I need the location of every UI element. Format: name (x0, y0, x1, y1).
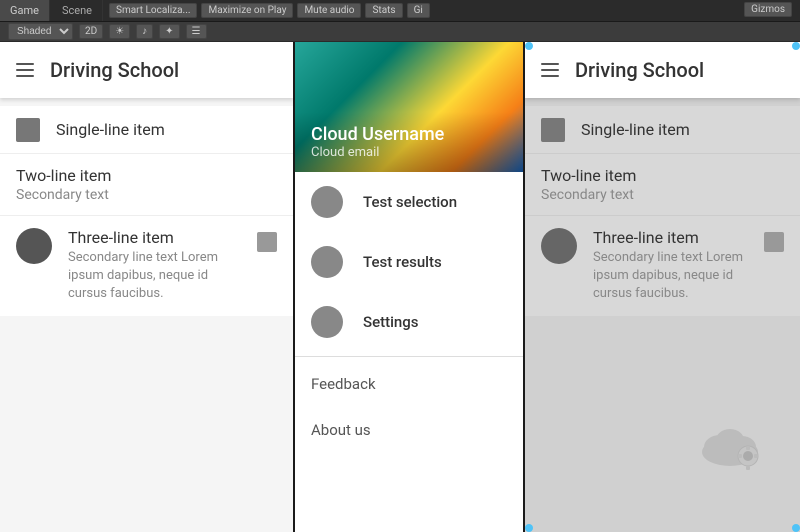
right-hamburger-line-1 (541, 63, 559, 65)
nav-about-label: About us (311, 421, 371, 439)
nav-settings-label: Settings (363, 313, 419, 331)
test-selection-icon (311, 186, 343, 218)
2d-btn[interactable]: 2D (79, 24, 103, 39)
settings-nav-icon (311, 306, 343, 338)
three-line-action-icon[interactable] (257, 232, 277, 252)
right-hamburger-line-3 (541, 75, 559, 77)
effects-btn[interactable]: ✦ (159, 24, 179, 39)
left-three-line-item: Three-line item Secondary line text Lore… (0, 216, 293, 316)
tab-scene[interactable]: Scene (52, 0, 103, 21)
top-bar: Game Scene Smart Localiza... Maximize on… (0, 0, 800, 22)
left-game-panel: Driving School Single-line item Two-line… (0, 42, 295, 532)
right-two-secondary: Secondary text (541, 187, 784, 203)
shaded-select[interactable]: Shaded (8, 23, 73, 40)
two-line-secondary: Secondary text (16, 187, 277, 203)
light-btn[interactable]: ☀ (109, 24, 130, 39)
left-hamburger-icon[interactable] (16, 63, 34, 77)
center-scene-panel: Cloud Username Cloud email Test selectio… (295, 42, 525, 532)
right-three-text-group: Three-line item Secondary line text Lore… (593, 228, 748, 304)
hidden-btn[interactable]: ☰ (186, 24, 207, 39)
left-two-line-item: Two-line item Secondary text (0, 154, 293, 216)
three-line-secondary: Secondary line text Lorem ipsum dapibus,… (68, 249, 241, 304)
tab-scene-label: Scene (62, 4, 92, 17)
game-toolbar: Smart Localiza... Maximize on Play Mute … (103, 3, 436, 18)
two-line-primary: Two-line item (16, 166, 277, 185)
three-line-text-group: Three-line item Secondary line text Lore… (68, 228, 241, 304)
test-results-icon (311, 246, 343, 278)
nav-feedback-label: Feedback (311, 375, 376, 393)
nav-item-test-selection[interactable]: Test selection (295, 172, 523, 232)
nav-hero-overlay: Cloud Username Cloud email (295, 112, 523, 172)
right-three-action-icon[interactable] (764, 232, 784, 252)
right-hamburger-icon[interactable] (541, 63, 559, 77)
smart-localize-btn[interactable]: Smart Localiza... (109, 3, 197, 18)
gi-btn[interactable]: Gi (407, 3, 430, 18)
stats-btn[interactable]: Stats (365, 3, 402, 18)
hamburger-line-2 (16, 69, 34, 71)
mute-audio-btn[interactable]: Mute audio (297, 3, 361, 18)
three-line-icon (16, 228, 52, 264)
left-single-line-item: Single-line item (0, 106, 293, 154)
cloud-icon (690, 412, 770, 472)
right-app-header: Driving School (525, 42, 800, 98)
gizmos-btn[interactable]: Gizmos (744, 2, 792, 17)
tab-game[interactable]: Game (0, 0, 50, 21)
cloud-icon-area (690, 412, 770, 472)
left-app-header: Driving School (0, 42, 293, 98)
right-three-line-item: Three-line item Secondary line text Lore… (525, 216, 800, 316)
right-app-title: Driving School (575, 58, 704, 82)
corner-dot-br (792, 524, 800, 532)
right-two-line-item: Two-line item Secondary text (525, 154, 800, 216)
tab-game-label: Game (10, 4, 39, 17)
nav-test-results-label: Test results (363, 253, 442, 271)
right-three-primary: Three-line item (593, 228, 748, 247)
left-app-title: Driving School (50, 58, 179, 82)
nav-divider (295, 356, 523, 357)
nav-item-settings[interactable]: Settings (295, 292, 523, 352)
right-scene-panel: Driving School Single-line item Two-line… (525, 42, 800, 532)
right-single-icon (541, 118, 565, 142)
main-content: Driving School Single-line item Two-line… (0, 42, 800, 532)
right-three-secondary: Secondary line text Lorem ipsum dapibus,… (593, 249, 748, 304)
nav-username: Cloud Username (311, 124, 507, 145)
corner-dot-tl (525, 42, 533, 50)
right-single-line-item: Single-line item (525, 106, 800, 154)
right-hamburger-line-2 (541, 69, 559, 71)
right-two-primary: Two-line item (541, 166, 784, 185)
right-three-icon (541, 228, 577, 264)
hamburger-line-3 (16, 75, 34, 77)
three-line-primary: Three-line item (68, 228, 241, 247)
right-single-text: Single-line item (581, 120, 690, 139)
single-line-text: Single-line item (56, 120, 165, 139)
hamburger-line-1 (16, 63, 34, 65)
nav-email: Cloud email (311, 145, 507, 160)
single-line-icon (16, 118, 40, 142)
audio-btn[interactable]: ♪ (136, 24, 153, 39)
corner-dot-tr (792, 42, 800, 50)
nav-item-about[interactable]: About us (295, 407, 523, 453)
corner-dot-bl (525, 524, 533, 532)
nav-hero-image: Cloud Username Cloud email (295, 42, 523, 172)
nav-item-test-results[interactable]: Test results (295, 232, 523, 292)
scene-toolbar: Shaded 2D ☀ ♪ ✦ ☰ (0, 22, 800, 42)
nav-item-feedback[interactable]: Feedback (295, 361, 523, 407)
nav-test-selection-label: Test selection (363, 193, 457, 211)
maximize-btn[interactable]: Maximize on Play (201, 3, 293, 18)
